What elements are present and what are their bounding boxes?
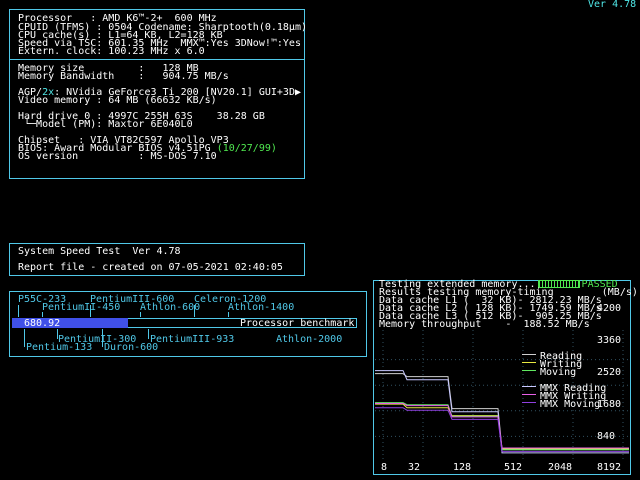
arrow-right-icon: ▶ [294,87,301,98]
connector [42,312,43,317]
clock-line: Extern. clock: 100.23 MHz x 6.0 [18,46,205,57]
cpu-ref-pentium-133: Pentium-133 [26,342,93,353]
y-tick-label: 3360 [597,335,622,346]
memory-bandwidth-line: Memory Bandwidth : 904.75 MB/s [18,71,229,82]
cpu-ref-pentiumiii-933: PentiumIII-933 [150,334,235,345]
connector [90,305,91,317]
cpu-ref-pentiumii-450: PentiumII-450 [42,302,121,313]
x-tick-label: 512 [504,462,523,473]
connector [140,312,141,317]
connector [18,305,19,317]
legend-swatch [522,402,536,403]
connector [148,329,149,339]
y-tick-label: 840 [597,431,616,442]
benchmark-score: 680.92 [24,318,61,329]
cpu-ref-athlon-1400: Athlon-1400 [228,302,295,313]
x-tick-label: 8192 [597,462,622,473]
cpu-ref-duron-600: Duron-600 [104,342,159,353]
x-tick-label: 32 [408,462,421,473]
connector [194,305,195,317]
memory-throughput-result: Memory throughput - 188.52 MB/s [379,319,590,330]
version-label: Ver 4.78 [588,0,637,10]
legend-label: MMX Moving [540,399,601,410]
video-memory-line: Video memory : 64 MB (66632 KB/s) [18,95,217,106]
x-tick-label: 8 [381,462,388,473]
benchmark-label: Processor benchmark [240,318,355,329]
cpu-ref-athlon-2000: Athlon-2000 [276,334,343,345]
report-line: Report file - created on 07-05-2021 02:4… [18,262,283,273]
connector [24,329,25,347]
connector [228,312,229,317]
y-tick-label: 4200 [597,303,622,314]
cpu-ref-athlon-600: Athlon-600 [140,302,201,313]
hard-drive-model-line: └─Model (PM): Maxtor 6E040L0 [18,119,193,130]
os-line: OS version : MS-DOS 7.10 [18,151,217,162]
x-tick-label: 128 [453,462,472,473]
legend-item: MMX Moving [522,392,600,411]
bios-date: (10/27/99) [216,143,277,154]
x-tick-label: 2048 [548,462,573,473]
separator [9,59,305,60]
speed-test-title: System Speed Test Ver 4.78 [18,246,181,257]
legend-swatch [522,370,536,371]
